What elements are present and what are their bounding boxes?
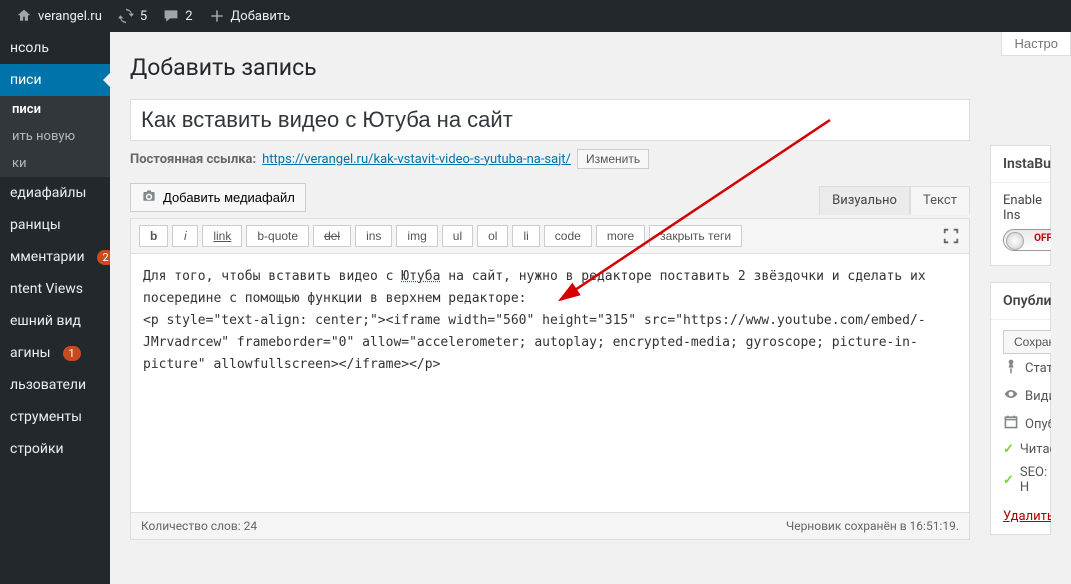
instabuilder-toggle[interactable]: OFF [1003,229,1051,251]
content-textarea[interactable]: Для того, чтобы вставить видео с Ютуба н… [130,253,970,513]
tab-text[interactable]: Текст [910,186,970,215]
quicktag-ol[interactable]: ol [477,225,508,247]
sidebar-item-label: струменты [10,409,82,425]
publish-box: Опублико Сохранит Статус Видим [990,282,1051,535]
sidebar-item-label: ntent Views [10,281,83,297]
instabuilder-enable-label: Enable Ins [1003,193,1038,223]
status-label: Статус [1025,361,1051,376]
eye-icon [1003,386,1019,406]
add-media-label: Добавить медиафайл [163,190,295,205]
spellcheck-highlight: Ютуба [401,269,440,284]
permalink-label: Постоянная ссылка: [130,152,256,167]
sidebar-item-11[interactable]: льзователи [0,369,110,401]
pin-icon [1003,358,1019,378]
sidebar-item-2[interactable]: писи [0,96,110,123]
sidebar-item-7[interactable]: мментарии 2 [0,241,110,273]
publish-date-label: Опубл [1025,417,1051,432]
sidebar-item-label: мментарии [10,249,85,265]
publish-title: Опублико [991,283,1050,320]
sidebar-item-8[interactable]: ntent Views [0,273,110,305]
badge-count: 1 [63,346,81,361]
quicktags-toolbar: bilinkb-quotedelinsimgulollicodemoreзакр… [130,218,970,253]
delete-link[interactable]: Удалить [1003,509,1051,524]
readability-label: Читаем [1020,442,1051,457]
sidebar-item-10[interactable]: агины 1 [0,337,110,369]
comments-count: 2 [185,9,192,24]
sidebar-item-label: ки [12,156,27,171]
sidebar-item-label: раницы [10,217,61,233]
editor-wrap: Визуально Текст bilinkb-quotedelinsimgul… [130,218,970,540]
edit-permalink-button[interactable]: Изменить [577,149,649,169]
check-icon: ✓ [1003,442,1014,457]
sidebar-item-4[interactable]: ки [0,150,110,177]
save-draft-button[interactable]: Сохранит [1003,330,1051,354]
sidebar-item-5[interactable]: едиафайлы [0,177,110,209]
sidebar-item-12[interactable]: струменты [0,401,110,433]
updates-link[interactable]: 5 [110,0,155,32]
sidebar-item-13[interactable]: стройки [0,433,110,465]
sidebar-item-label: едиафайлы [10,185,86,201]
post-title-input[interactable] [141,103,959,137]
quicktag-закрыть-теги[interactable]: закрыть теги [649,225,742,247]
site-name: verangel.ru [38,9,102,24]
badge-count: 2 [97,250,110,265]
add-new-link[interactable]: Добавить [201,0,299,32]
post-title-wrap [130,99,970,141]
updates-count: 5 [140,9,147,24]
sidebar-item-6[interactable]: раницы [0,209,110,241]
quicktag-ul[interactable]: ul [442,225,473,247]
add-media-button[interactable]: Добавить медиафайл [130,183,306,212]
instabuilder-box: InstaBuild Enable Ins OFF [990,145,1051,266]
sidebar-item-label: агины [10,345,51,361]
instabuilder-title: InstaBuild [991,146,1050,183]
quicktag-ins[interactable]: ins [355,225,392,247]
calendar-icon [1003,414,1019,434]
permalink-row: Постоянная ссылка: https://verangel.ru/k… [130,149,970,169]
seo-icon: ✓ [1003,473,1014,488]
home-icon [16,8,32,24]
draft-saved-label: Черновик сохранён в 16:51:19. [786,519,959,533]
refresh-icon [118,8,134,24]
visibility-label: Видим [1025,389,1051,404]
admin-toolbar: verangel.ru 5 2 Добавить [0,0,1071,32]
wordcount-value: 24 [244,519,258,533]
plus-icon [209,8,225,24]
site-link[interactable]: verangel.ru [8,0,110,32]
seo-label: SEO: Н [1020,465,1047,495]
quicktag-img[interactable]: img [396,225,437,247]
fullscreen-icon[interactable] [941,226,961,246]
sidebar-item-1[interactable]: писи [0,64,110,96]
quicktag-code[interactable]: code [544,225,592,247]
add-new-label: Добавить [231,9,291,24]
quicktag-link[interactable]: link [202,225,242,247]
camera-icon [141,188,157,207]
sidebar-item-label: ешний вид [10,313,81,329]
sidebar-item-label: нсоль [10,40,49,56]
editor-statusbar: Количество слов: 24 Черновик сохранён в … [130,513,970,540]
sidebar-item-label: писи [10,72,42,88]
admin-sidebar: нсоль писи писи ить новую ки едиафайлы раницы м… [0,32,110,584]
sidebar-item-0[interactable]: нсоль [0,32,110,64]
quicktag-b[interactable]: b [139,225,168,247]
comment-icon [163,8,179,24]
permalink-url[interactable]: https://verangel.ru/kak-vstavit-video-s-… [262,152,571,167]
tab-visual[interactable]: Визуально [819,186,910,215]
sidebar-item-9[interactable]: ешний вид [0,305,110,337]
toggle-off-label: OFF [1034,233,1051,244]
sidebar-item-label: льзователи [10,377,86,393]
wordcount-label: Количество слов: [141,519,241,533]
page-title: Добавить запись [130,54,1051,81]
screen-options-tab[interactable]: Настро [1001,32,1071,56]
sidebar-item-label: стройки [10,441,64,457]
quicktag-b-quote[interactable]: b-quote [246,225,309,247]
comments-link[interactable]: 2 [155,0,200,32]
main-content: Настро Добавить запись Постоянная ссылка… [110,32,1071,584]
quicktag-i[interactable]: i [172,225,198,247]
sidebar-item-label: ить новую [12,129,75,144]
sidebar-item-3[interactable]: ить новую [0,123,110,150]
quicktag-del[interactable]: del [313,225,351,247]
sidebar-item-label: писи [12,102,41,117]
quicktag-more[interactable]: more [596,225,645,247]
quicktag-li[interactable]: li [512,225,539,247]
